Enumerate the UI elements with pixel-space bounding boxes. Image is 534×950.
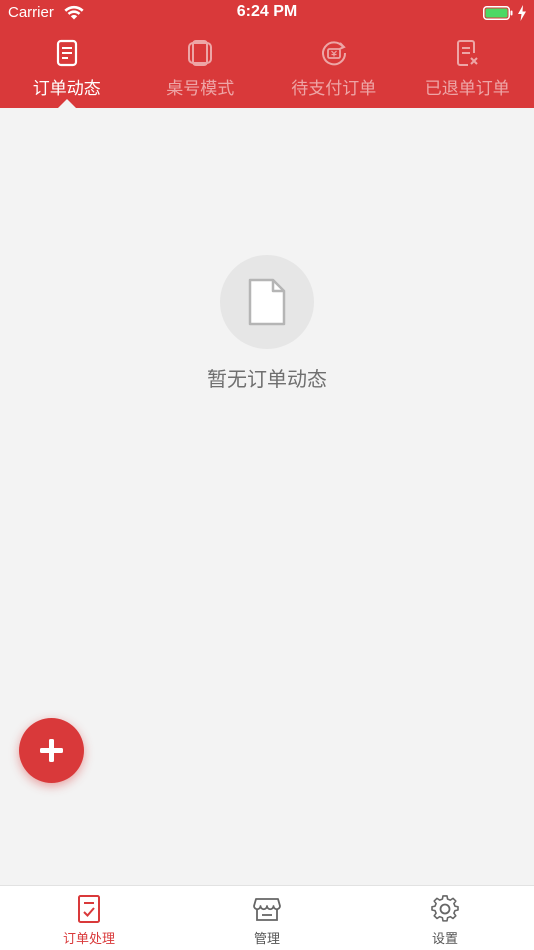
nav-label: 设置 bbox=[431, 932, 458, 947]
status-bar: Carrier 6:24 PM bbox=[0, 0, 534, 28]
gear-icon bbox=[431, 895, 459, 922]
empty-state: 暂无订单动态 bbox=[0, 255, 534, 392]
nav-management[interactable]: 管理 bbox=[178, 886, 356, 950]
tab-refunded-orders[interactable]: 已退单订单 bbox=[401, 28, 534, 108]
store-icon bbox=[253, 898, 281, 921]
nav-settings[interactable]: 设置 bbox=[356, 886, 534, 950]
tab-label: 桌号模式 bbox=[166, 79, 235, 99]
table-icon bbox=[188, 40, 213, 66]
battery-icon bbox=[483, 6, 513, 20]
order-list-icon bbox=[56, 39, 77, 67]
empty-state-message: 暂无订单动态 bbox=[207, 367, 327, 391]
bottom-tab-bar: 订单处理 管理 设置 bbox=[0, 885, 534, 950]
pending-payment-icon bbox=[321, 41, 346, 66]
tab-table-mode[interactable]: 桌号模式 bbox=[134, 28, 268, 108]
tab-order-updates[interactable]: 订单动态 bbox=[0, 28, 134, 108]
app-screen: Carrier 6:24 PM 订单动态 桌号模式 待支付订单 已退单订单 暂无… bbox=[0, 0, 534, 950]
tab-pending-payment[interactable]: 待支付订单 bbox=[267, 28, 401, 108]
blank-document-icon bbox=[248, 278, 286, 326]
charging-bolt-icon bbox=[518, 5, 526, 21]
nav-label: 订单处理 bbox=[62, 932, 115, 947]
empty-state-badge bbox=[220, 255, 314, 349]
active-tab-indicator bbox=[57, 99, 76, 108]
add-order-button[interactable] bbox=[19, 718, 84, 783]
app-header: Carrier 6:24 PM 订单动态 桌号模式 待支付订单 已退单订单 bbox=[0, 0, 534, 108]
top-tab-bar: 订单动态 桌号模式 待支付订单 已退单订单 bbox=[0, 28, 534, 108]
nav-label: 管理 bbox=[253, 932, 280, 947]
order-check-icon bbox=[78, 895, 100, 923]
plus-icon bbox=[40, 739, 63, 762]
tab-label: 已退单订单 bbox=[424, 79, 510, 99]
nav-order-processing[interactable]: 订单处理 bbox=[0, 886, 178, 950]
refunded-order-icon bbox=[457, 40, 478, 66]
tab-label: 待支付订单 bbox=[291, 79, 377, 99]
clock: 6:24 PM bbox=[236, 3, 298, 20]
tab-label: 订单动态 bbox=[32, 79, 101, 99]
